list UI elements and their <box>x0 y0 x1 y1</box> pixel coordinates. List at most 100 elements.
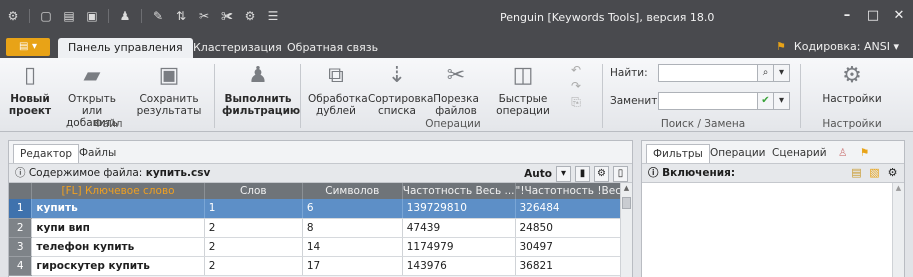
cut-icon[interactable]: ✂ <box>197 9 211 23</box>
duplicates-button[interactable]: ⧉ Обработка дублей <box>308 62 368 117</box>
new-icon[interactable]: ▢ <box>39 9 53 23</box>
tab-control-panel[interactable]: Панель управления <box>58 38 193 58</box>
table-row[interactable]: 2 купи вип 2 8 47439 24850 <box>9 218 632 238</box>
sort-icon[interactable]: ⇅ <box>174 9 188 23</box>
tab-scenario[interactable]: Сценарий <box>766 144 833 163</box>
find-dropdown-icon[interactable]: ▾ <box>774 64 790 82</box>
column-header[interactable]: Слов <box>204 183 303 199</box>
flag-icon[interactable]: ⚑ <box>854 144 875 163</box>
tab-files[interactable]: Файлы <box>73 144 122 163</box>
chars-cell[interactable]: 17 <box>302 256 403 276</box>
user-icon[interactable]: ♙ <box>832 144 853 163</box>
close-icon[interactable]: ✕ <box>891 8 907 24</box>
group-separator <box>214 64 215 128</box>
tab-clustering[interactable]: Кластеризация <box>183 38 292 58</box>
freq-cell[interactable]: 139729810 <box>402 199 516 219</box>
cut-files-button[interactable]: ✂ Порезка файлов <box>430 62 482 117</box>
inclusions-area[interactable] <box>642 183 894 277</box>
freq-exact-cell[interactable]: 326484 <box>515 199 632 219</box>
editor-pane: Редактор Файлы ⓘ Содержимое файла: купит… <box>8 140 633 277</box>
scroll-up-icon[interactable]: ▲ <box>621 184 632 192</box>
gear-icon[interactable]: ⚙ <box>885 165 900 180</box>
words-cell[interactable]: 2 <box>204 237 303 257</box>
keyword-cell[interactable]: купи вип <box>31 218 205 238</box>
ops-icon[interactable]: ☰ <box>266 9 280 23</box>
tab-filters[interactable]: Фильтры <box>646 144 710 163</box>
chars-cell[interactable]: 6 <box>302 199 403 219</box>
find-search-icon[interactable]: ⌕ <box>758 64 774 82</box>
find-input[interactable] <box>658 64 758 82</box>
chars-cell[interactable]: 14 <box>302 237 403 257</box>
gear-icon[interactable]: ⚙ <box>594 166 609 182</box>
filter-list-icon[interactable]: ▤ <box>849 165 864 180</box>
encoding-selector[interactable]: ⚑ Кодировка: ANSI ▾ <box>776 40 899 53</box>
table-scrollbar[interactable]: ▲ <box>620 183 632 277</box>
freq-exact-cell[interactable]: 24850 <box>515 218 632 238</box>
open-folder-icon: ▰ <box>83 63 101 88</box>
column-header[interactable]: "!Частотность !Вес... <box>515 183 632 199</box>
scissors-icon: ✂ <box>446 63 466 88</box>
keyword-cell[interactable]: телефон купить <box>31 237 205 257</box>
save-results-button[interactable]: ▣ Сохранить результаты <box>130 62 208 117</box>
column-header[interactable]: Частотность Весь ... <box>402 183 516 199</box>
undo-redo[interactable]: ↶ ↷ ⎘ <box>566 62 586 110</box>
keyword-cell[interactable]: купить <box>31 199 205 219</box>
row-number: 1 <box>9 199 33 219</box>
tools-icon[interactable]: ✎ <box>151 9 165 23</box>
workspace: Редактор Файлы ⓘ Содержимое файла: купит… <box>0 132 913 277</box>
new-project-button[interactable]: ▯ Новый проект <box>8 62 52 117</box>
penguin-icon[interactable]: ♟ <box>118 9 132 23</box>
settings-button[interactable]: ⚙ Настройки <box>810 62 894 105</box>
save-icon[interactable]: ▣ <box>85 9 99 23</box>
replace-input[interactable] <box>658 92 758 110</box>
chars-cell[interactable]: 8 <box>302 218 403 238</box>
duplicates-label: Обработка дублей <box>308 93 368 117</box>
freq-cell[interactable]: 1174979 <box>402 237 516 257</box>
scroll-thumb[interactable] <box>622 197 631 209</box>
open-icon[interactable]: ▤ <box>62 9 76 23</box>
lock-icon[interactable]: ▮ <box>575 166 590 182</box>
table-row[interactable]: 3 телефон купить 2 14 1174979 30497 <box>9 237 632 257</box>
scroll-up-icon[interactable]: ▲ <box>893 184 904 192</box>
undo-icon[interactable]: ↶ <box>566 62 586 78</box>
keywords-table: [FL] Ключевое слово Слов Символов Частот… <box>9 183 632 276</box>
run-filtering-button[interactable]: ♟ Выполнить фильтрацию <box>222 62 300 117</box>
table-row[interactable]: 1 купить 1 6 139729810 326484 <box>9 199 632 219</box>
words-cell[interactable]: 1 <box>204 199 303 219</box>
words-cell[interactable]: 2 <box>204 218 303 238</box>
auto-dropdown-icon[interactable]: ▾ <box>556 166 571 182</box>
keyword-cell[interactable]: гироскутер купить <box>31 256 205 276</box>
column-header[interactable] <box>9 183 33 199</box>
table-row[interactable]: 4 гироскутер купить 2 17 143976 36821 <box>9 256 632 276</box>
save-results-label: Сохранить результаты <box>136 93 202 117</box>
quick-ops-label: Быстрые операции <box>496 93 550 117</box>
redo-icon[interactable]: ↷ <box>566 78 586 94</box>
auto-label[interactable]: Auto <box>524 165 552 183</box>
tab-feedback[interactable]: Обратная связь <box>277 38 388 58</box>
quick-ops-button[interactable]: ◫ Быстрые операции <box>492 62 554 117</box>
minimize-icon[interactable]: – <box>839 8 855 24</box>
clipboard-icon[interactable]: ⎘ <box>566 94 586 110</box>
filters-scrollbar[interactable]: ▲ <box>892 183 904 277</box>
column-header[interactable]: Символов <box>302 183 403 199</box>
freq-exact-cell[interactable]: 30497 <box>515 237 632 257</box>
replace-check-icon[interactable]: ✔ <box>758 92 774 110</box>
info-icon: ⓘ <box>15 167 26 179</box>
freq-cell[interactable]: 47439 <box>402 218 516 238</box>
maximize-icon[interactable]: □ <box>865 8 881 24</box>
freq-cell[interactable]: 143976 <box>402 256 516 276</box>
document-icon[interactable]: ▯ <box>613 166 628 182</box>
tab-editor[interactable]: Редактор <box>13 144 80 163</box>
edit-filter-icon[interactable]: ▧ <box>867 165 882 180</box>
replace-dropdown-icon[interactable]: ▾ <box>774 92 790 110</box>
tab-operations[interactable]: Операции <box>704 144 771 163</box>
penguin-icon: ♟ <box>248 63 268 88</box>
file-menu-button[interactable]: ▤ ▾ <box>6 38 50 56</box>
freq-exact-cell[interactable]: 36821 <box>515 256 632 276</box>
group-label-settings: Настройки <box>822 118 882 130</box>
cut-files-icon[interactable]: ✀ <box>220 9 234 23</box>
settings-icon[interactable]: ⚙ <box>243 9 257 23</box>
sort-list-button[interactable]: ⇣ Сортировка списка <box>368 62 433 117</box>
words-cell[interactable]: 2 <box>204 256 303 276</box>
column-header[interactable]: [FL] Ключевое слово <box>31 183 205 199</box>
